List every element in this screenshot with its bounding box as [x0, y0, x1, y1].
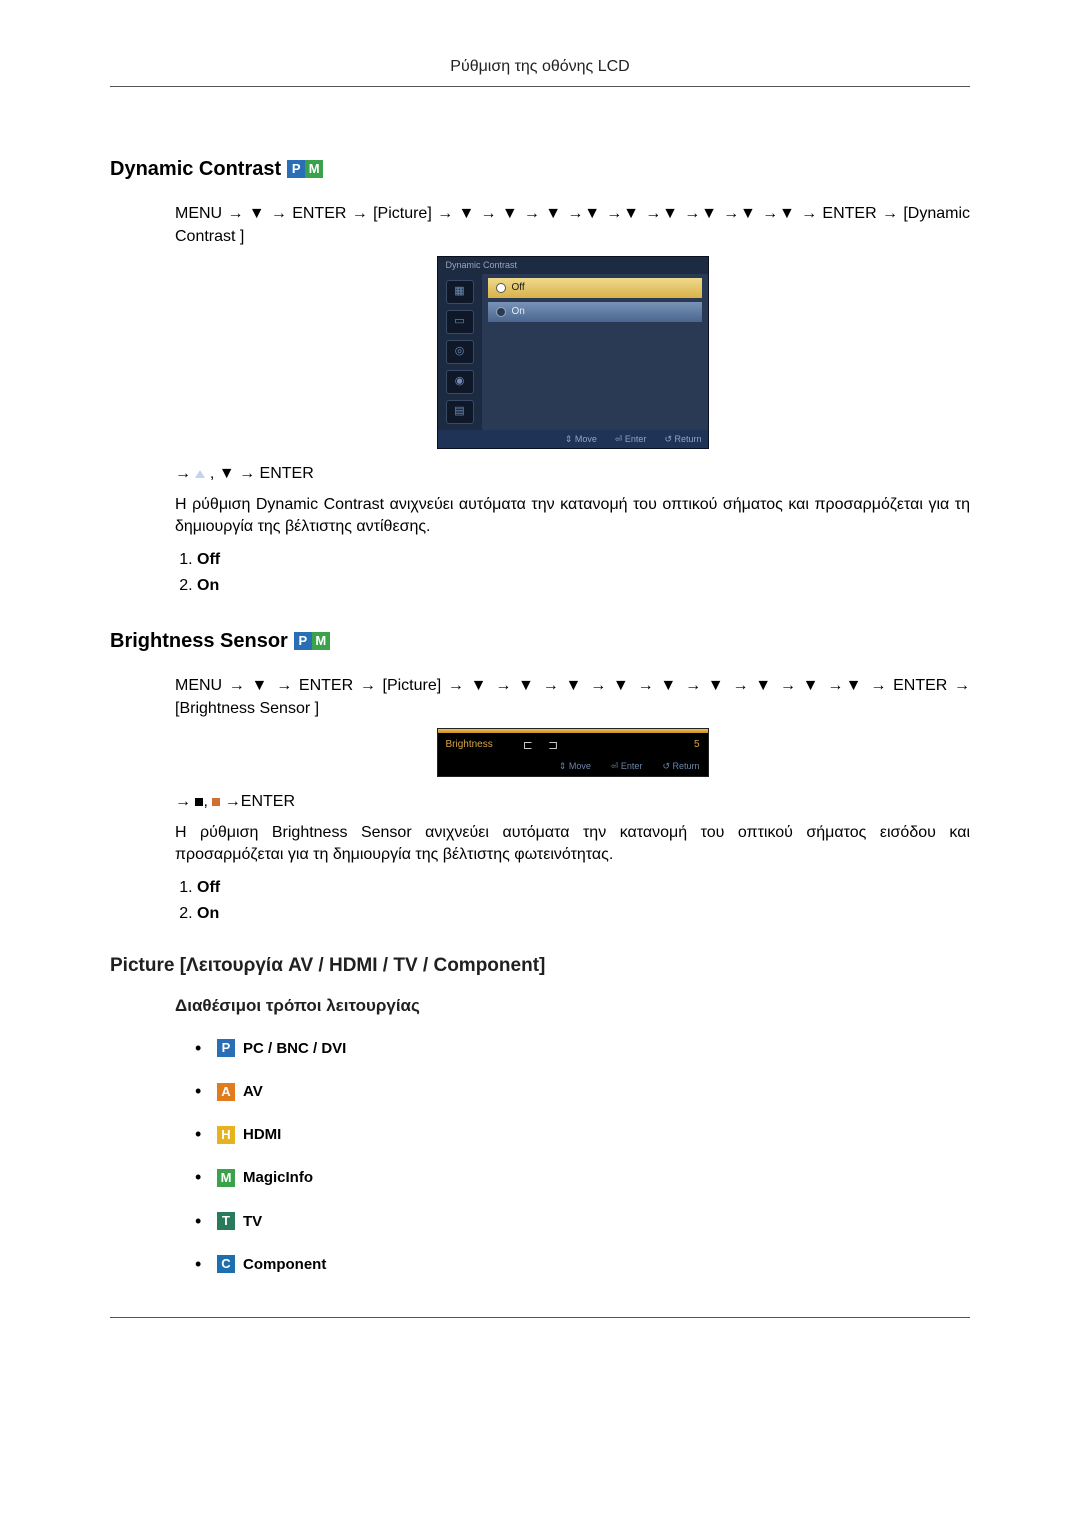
section-title-text: Dynamic Contrast: [110, 155, 281, 183]
badge-c-icon: C: [217, 1255, 235, 1273]
badge-m-icon: M: [217, 1169, 235, 1187]
badge-m-icon: M: [312, 632, 330, 650]
badge-p-icon: P: [287, 160, 305, 178]
mode-label: PC / BNC / DVI: [243, 1038, 346, 1059]
badge-p-icon: P: [294, 632, 312, 650]
triangle-up-icon: [195, 470, 205, 478]
option-off: Off: [197, 877, 970, 899]
osd-option-label: On: [512, 305, 525, 319]
osd-slider-bracket: ⊏ ⊐: [523, 737, 564, 754]
mode-item-pc: P PC / BNC / DVI: [195, 1036, 970, 1061]
mode-label: MagicInfo: [243, 1167, 313, 1188]
badge-a-icon: A: [217, 1083, 235, 1101]
osd-value: 5: [694, 738, 700, 752]
osd-footer-move: ⇕ Move: [565, 433, 597, 446]
osd-footer-enter: ⏎ Enter: [615, 433, 647, 446]
osd-side-icon: ◎: [446, 340, 474, 364]
radio-icon: [496, 307, 506, 317]
mode-item-component: C Component: [195, 1252, 970, 1277]
description-brightness-sensor: Η ρύθμιση Brightness Sensor ανιχνεύει αυ…: [175, 822, 970, 867]
osd-footer-move: ⇕ Move: [559, 760, 591, 773]
mode-item-hdmi: H HDMI: [195, 1122, 970, 1147]
radio-icon: [496, 283, 506, 293]
osd-side-icon: ▤: [446, 400, 474, 424]
modes-list: P PC / BNC / DVI A AV H HDMI M MagicInfo…: [195, 1036, 970, 1277]
footer-rule: [110, 1317, 970, 1318]
description-dynamic-contrast: Η ρύθμιση Dynamic Contrast ανιχνεύει αυτ…: [175, 494, 970, 539]
nav-path-brightness-sensor: MENU → ▼ → ENTER → [Picture] → ▼ → ▼ → ▼…: [175, 675, 970, 720]
osd-option-label: Off: [512, 281, 525, 295]
badge-m-icon: M: [305, 160, 323, 178]
section-title-text: Brightness Sensor: [110, 627, 288, 655]
square-icon: [195, 798, 203, 806]
osd-side-icon: ▭: [446, 310, 474, 334]
page-header-title: Ρύθμιση της οθόνης LCD: [0, 56, 1080, 78]
osd-footer-return: ↺ Return: [662, 760, 699, 773]
nav-after-brightness-sensor: → , →ENTER: [175, 791, 970, 813]
osd-screenshot-brightness-sensor: Brightness ⊏ ⊐ 5 ⇕ Move ⏎ Enter ↺ Return: [175, 728, 970, 777]
mode-item-av: A AV: [195, 1079, 970, 1104]
badges-dynamic-contrast: P M: [287, 160, 323, 178]
mode-item-magicinfo: M MagicInfo: [195, 1165, 970, 1190]
osd-screenshot-dynamic-contrast: Dynamic Contrast ▦ ▭ ◎ ◉ ▤ Off: [175, 256, 970, 449]
osd-footer-enter: ⏎ Enter: [611, 760, 643, 773]
subtitle-available-modes: Διαθέσιμοι τρόποι λειτουργίας: [175, 994, 970, 1018]
osd-label-brightness: Brightness: [446, 738, 493, 752]
osd-option-on: On: [488, 302, 702, 322]
osd-side-icon: ▦: [446, 280, 474, 304]
osd-side-icon: ◉: [446, 370, 474, 394]
badge-p-icon: P: [217, 1039, 235, 1057]
section-title-dynamic-contrast: Dynamic Contrast P M: [110, 155, 970, 183]
badge-h-icon: H: [217, 1126, 235, 1144]
option-on: On: [197, 903, 970, 925]
mode-label: HDMI: [243, 1124, 281, 1145]
osd-title: Dynamic Contrast: [438, 257, 708, 274]
badges-brightness-sensor: P M: [294, 632, 330, 650]
mode-item-tv: T TV: [195, 1209, 970, 1234]
osd-option-off: Off: [488, 278, 702, 298]
square-icon: [212, 798, 220, 806]
badge-t-icon: T: [217, 1212, 235, 1230]
option-on: On: [197, 575, 970, 597]
section-title-picture-modes: Picture [Λειτουργία AV / HDMI / TV / Com…: [110, 953, 970, 980]
section-title-brightness-sensor: Brightness Sensor P M: [110, 627, 970, 655]
nav-path-dynamic-contrast: MENU → ▼ → ENTER → [Picture] → ▼ → ▼ → ▼…: [175, 203, 970, 248]
mode-label: AV: [243, 1081, 263, 1102]
option-off: Off: [197, 549, 970, 571]
mode-label: TV: [243, 1211, 262, 1232]
options-list-dynamic-contrast: Off On: [175, 549, 970, 598]
nav-after-dynamic-contrast: → , ▼ → ENTER: [175, 463, 970, 485]
mode-label: Component: [243, 1254, 326, 1275]
osd-footer-return: ↺ Return: [664, 433, 701, 446]
options-list-brightness-sensor: Off On: [175, 877, 970, 926]
header-rule: [110, 86, 970, 87]
